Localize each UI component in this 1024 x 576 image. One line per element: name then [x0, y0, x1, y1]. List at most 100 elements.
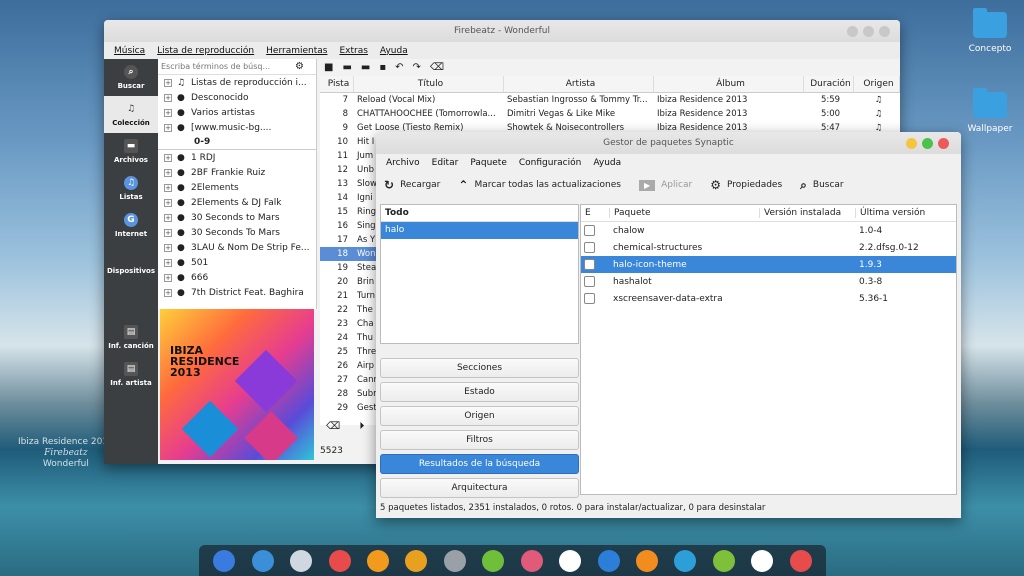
tree-item[interactable]: + ● 30 Seconds To Mars — [158, 225, 316, 240]
package-checkbox[interactable] — [584, 276, 595, 287]
tree-item[interactable]: + ● 3LAU & Nom De Strip Fe... — [158, 240, 316, 255]
secciones-button[interactable]: Secciones — [380, 358, 579, 378]
tree-item[interactable]: + ● 2BF Frankie Ruiz — [158, 165, 316, 180]
column-header[interactable]: Última versión — [855, 208, 951, 218]
tree-item[interactable]: + ● Varios artistas — [158, 105, 316, 120]
gear-icon[interactable]: ⚙ — [295, 61, 304, 72]
expand-icon[interactable]: + — [164, 243, 172, 252]
steam-icon[interactable] — [597, 549, 620, 572]
android-icon[interactable] — [712, 549, 735, 572]
package-checkbox[interactable] — [584, 242, 595, 253]
vlc-icon[interactable] — [559, 549, 582, 572]
stop-icon[interactable]: ■ — [324, 62, 333, 73]
package-checkbox[interactable] — [584, 293, 595, 304]
menu-herramientas[interactable]: Herramientas — [266, 46, 327, 56]
expand-icon[interactable]: + — [164, 228, 172, 237]
properties-button[interactable]: ⚙ Propiedades — [710, 178, 782, 192]
origen-button[interactable]: Origen — [380, 406, 579, 426]
column-header[interactable]: Paquete — [609, 208, 759, 218]
menu-archivo[interactable]: Archivo — [386, 158, 420, 168]
package-checkbox[interactable] — [584, 225, 595, 236]
sidebar-item-inf-artista[interactable]: ▤ Inf. artista — [104, 356, 158, 393]
title-bar[interactable]: Gestor de paquetes Synaptic — [376, 132, 961, 154]
tree-item[interactable]: 0-9 — [158, 135, 316, 150]
menu-musica[interactable]: Música — [114, 46, 145, 56]
expand-icon[interactable]: + — [164, 288, 172, 297]
settings-icon[interactable] — [443, 549, 466, 572]
mail-icon[interactable] — [520, 549, 543, 572]
package-row[interactable]: chemical-structures 2.2.dfsg.0-12 — [581, 239, 956, 256]
expand-icon[interactable]: + — [164, 168, 172, 177]
tree-item[interactable]: + ● 2Elements & DJ Falk — [158, 195, 316, 210]
clock-icon[interactable] — [751, 549, 774, 572]
menu-extras[interactable]: Extras — [339, 46, 367, 56]
undo-icon[interactable]: ↶ — [395, 62, 403, 73]
chrome-icon[interactable] — [405, 549, 428, 572]
sidebar-item-archivos[interactable]: ▬ Archivos — [104, 133, 158, 170]
tree-item[interactable]: + ● 501 — [158, 255, 316, 270]
orange-icon[interactable] — [366, 549, 389, 572]
clear-playlist-icon[interactable]: ⌫ — [326, 421, 340, 432]
tree-item[interactable]: + ● 7th District Feat. Baghira — [158, 285, 316, 300]
wifi-icon[interactable] — [674, 549, 697, 572]
expand-icon[interactable]: + — [164, 93, 172, 102]
close-button[interactable] — [879, 26, 890, 37]
filtros-button[interactable]: Filtros — [380, 430, 579, 450]
apply-button[interactable]: ▶ Aplicar — [638, 179, 692, 191]
sidebar-item-buscar[interactable]: ⌕ Buscar — [104, 59, 158, 96]
menu-ayuda[interactable]: Ayuda — [380, 46, 408, 56]
package-row[interactable]: hashalot 0.3-8 — [581, 273, 956, 290]
minimize-button[interactable] — [847, 26, 858, 37]
folder-open-icon[interactable]: ▬ — [361, 62, 370, 73]
maximize-button[interactable] — [922, 138, 933, 149]
redo-icon[interactable]: ↷ — [413, 62, 421, 73]
column-header[interactable]: Artista — [504, 76, 654, 92]
package-row[interactable]: chalow 1.0-4 — [581, 222, 956, 239]
column-header[interactable]: Origen — [854, 76, 900, 92]
expand-icon[interactable]: + — [164, 78, 172, 87]
estado-button[interactable]: Estado — [380, 382, 579, 402]
column-header[interactable]: Título — [354, 76, 504, 92]
package-checkbox[interactable] — [584, 259, 595, 270]
expand-icon[interactable]: + — [164, 153, 172, 162]
tree-item[interactable]: + ● Desconocido — [158, 90, 316, 105]
windows-icon[interactable] — [251, 549, 274, 572]
expand-icon[interactable]: + — [164, 258, 172, 267]
folder-icon[interactable]: ▬ — [342, 62, 351, 73]
resultados-busqueda-button[interactable]: Resultados de la búsqueda — [380, 454, 579, 474]
filter-item[interactable]: halo — [381, 222, 578, 239]
expand-icon[interactable]: + — [164, 273, 172, 282]
desktop-icon-concepto[interactable]: Concepto — [960, 8, 1020, 54]
expand-icon[interactable]: + — [164, 198, 172, 207]
package-row[interactable]: halo-icon-theme 1.9.3 — [581, 256, 956, 273]
sidebar-item-listas[interactable]: ♫ Listas — [104, 170, 158, 207]
expand-icon[interactable]: + — [164, 108, 172, 117]
sidebar-item-internet[interactable]: G Internet — [104, 207, 158, 244]
maximize-button[interactable] — [863, 26, 874, 37]
clear-icon[interactable]: ⌫ — [430, 62, 444, 73]
minimize-button[interactable] — [906, 138, 917, 149]
desktop-icon-wallpaper[interactable]: Wallpaper — [960, 88, 1020, 134]
trash-icon[interactable] — [789, 549, 812, 572]
sidebar-item-inf-cancion[interactable]: ▤ Inf. canción — [104, 319, 158, 356]
save-icon[interactable]: ▪ — [379, 62, 386, 73]
column-header[interactable]: Duración — [804, 76, 854, 92]
reload-button[interactable]: ↻ Recargar — [384, 178, 440, 192]
column-header[interactable]: Álbum — [654, 76, 804, 92]
sidebar-item-dispositivos[interactable]: Dispositivos — [104, 244, 158, 281]
search-button[interactable]: ⌕ Buscar — [800, 178, 843, 193]
expand-icon[interactable]: + — [164, 183, 172, 192]
tree-item[interactable]: + ● 666 — [158, 270, 316, 285]
menu-lista[interactable]: Lista de reproducción — [157, 46, 254, 56]
tree-item[interactable]: + ● 1 RDJ — [158, 150, 316, 165]
finder-icon[interactable] — [290, 549, 313, 572]
arquitectura-button[interactable]: Arquitectura — [380, 478, 579, 498]
menu-paquete[interactable]: Paquete — [470, 158, 507, 168]
sidebar-item-coleccion[interactable]: ♫ Colección — [104, 96, 158, 133]
expand-icon[interactable]: + — [164, 123, 172, 132]
tree-item[interactable]: + ● [www.music-bg.... — [158, 120, 316, 135]
menu-editar[interactable]: Editar — [432, 158, 459, 168]
package-row[interactable]: xscreensaver-data-extra 5.36-1 — [581, 290, 956, 307]
menu-ayuda[interactable]: Ayuda — [593, 158, 621, 168]
play-icon[interactable]: ⏵ — [359, 421, 364, 432]
